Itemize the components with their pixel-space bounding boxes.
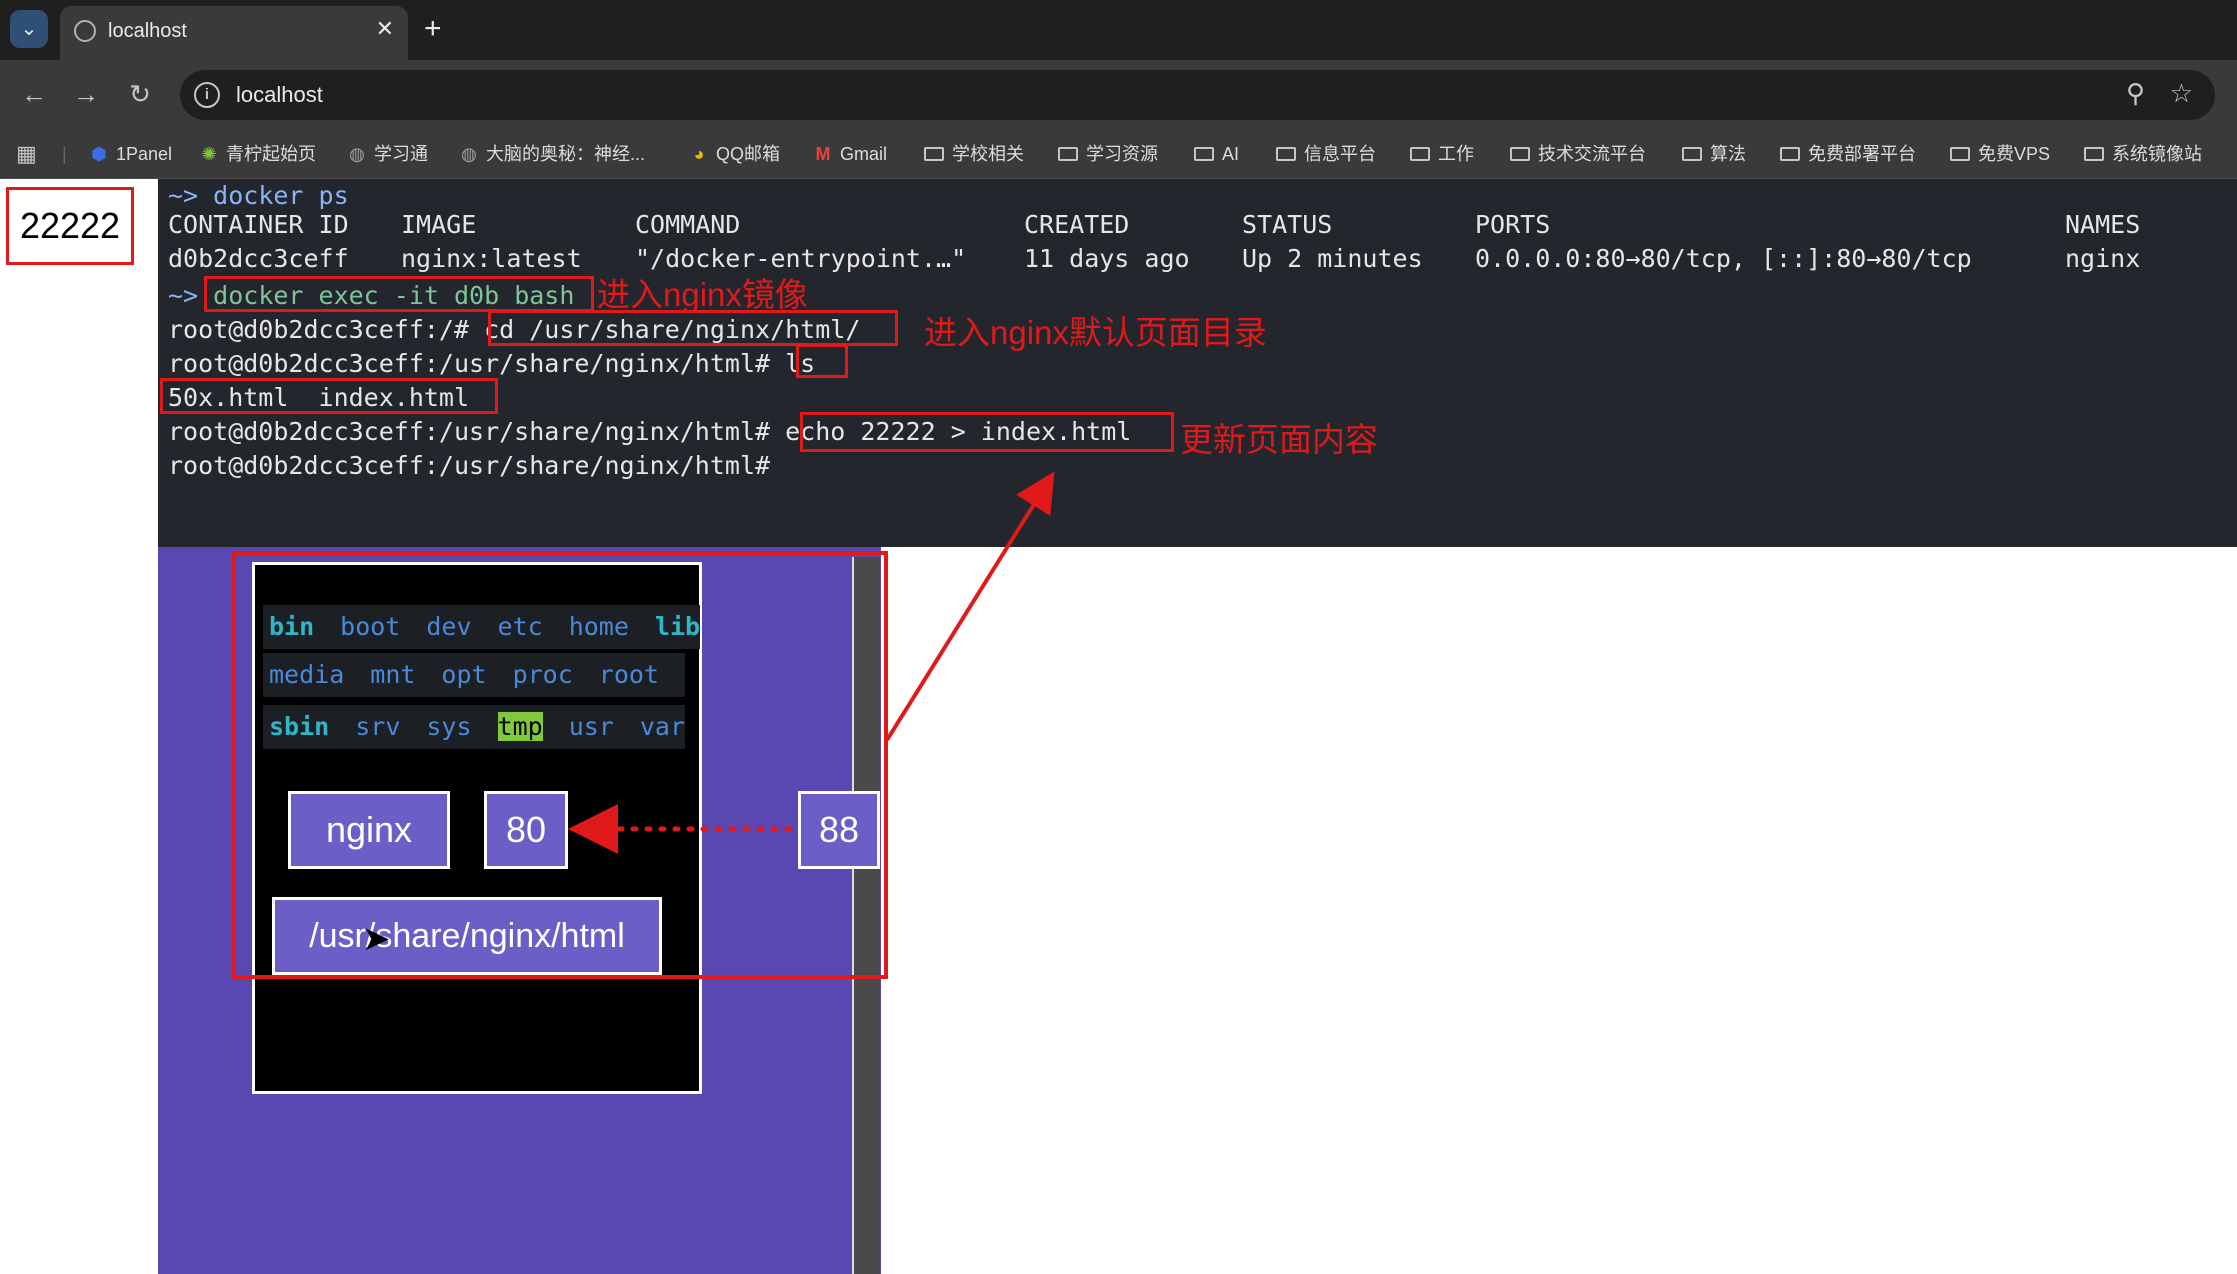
red-arrow [885, 471, 1055, 742]
annotation-arrows [568, 471, 1055, 854]
